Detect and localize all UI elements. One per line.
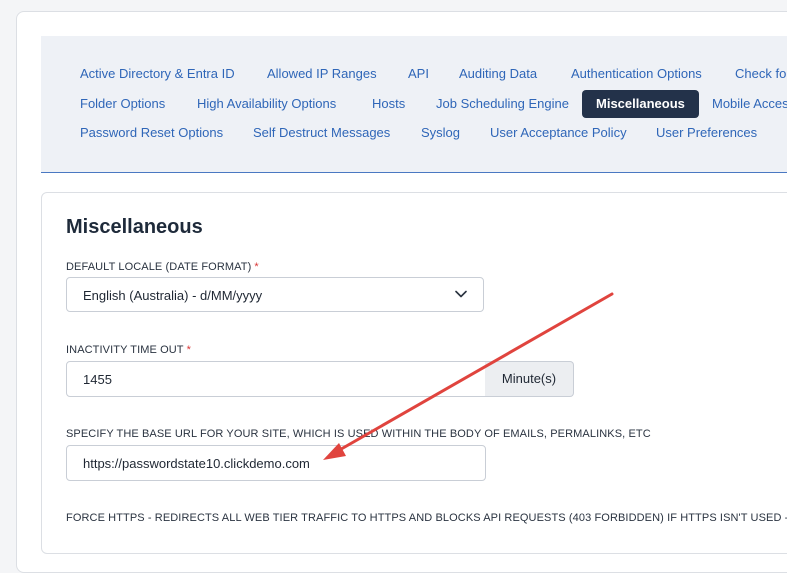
locale-select[interactable]: English (Australia) - d/MM/yyyy	[66, 277, 484, 312]
tab-high-availability-options[interactable]: High Availability Options	[197, 96, 336, 112]
base-url-label: SPECIFY THE BASE URL FOR YOUR SITE, WHIC…	[66, 428, 651, 440]
tab-authentication-options[interactable]: Authentication Options	[571, 66, 702, 82]
tab-syslog[interactable]: Syslog	[421, 125, 460, 141]
locale-label-text: DEFAULT LOCALE (DATE FORMAT)	[66, 261, 252, 273]
tab-allowed-ip-ranges[interactable]: Allowed IP Ranges	[267, 66, 377, 82]
tab-hosts[interactable]: Hosts	[372, 96, 405, 112]
required-marker: *	[254, 261, 259, 273]
tab-self-destruct-messages[interactable]: Self Destruct Messages	[253, 125, 390, 141]
locale-label: DEFAULT LOCALE (DATE FORMAT) *	[66, 261, 259, 274]
tab-mobile-access[interactable]: Mobile Acces	[712, 96, 787, 112]
locale-select-value: English (Australia) - d/MM/yyyy	[83, 288, 263, 303]
inactivity-unit-addon: Minute(s)	[485, 361, 574, 397]
force-https-label: FORCE HTTPS - REDIRECTS ALL WEB TIER TRA…	[66, 512, 787, 524]
chevron-down-icon	[455, 290, 467, 298]
tab-folder-options[interactable]: Folder Options	[80, 96, 165, 112]
inactivity-label: INACTIVITY TIME OUT *	[66, 344, 191, 357]
required-marker: *	[186, 344, 192, 356]
inactivity-label-text: INACTIVITY TIME OUT	[66, 344, 184, 356]
tab-auditing-data[interactable]: Auditing Data	[459, 66, 537, 82]
tab-miscellaneous[interactable]: Miscellaneous	[582, 90, 699, 118]
tab-user-acceptance-policy[interactable]: User Acceptance Policy	[490, 125, 627, 141]
tab-password-reset-options[interactable]: Password Reset Options	[80, 125, 223, 141]
inactivity-timeout-input[interactable]	[66, 361, 486, 397]
base-url-input[interactable]	[66, 445, 486, 481]
tab-active-directory[interactable]: Active Directory & Entra ID	[80, 66, 235, 82]
tab-job-scheduling-engine[interactable]: Job Scheduling Engine	[436, 96, 569, 112]
tab-user-preferences[interactable]: User Preferences	[656, 125, 757, 141]
section-title: Miscellaneous	[66, 216, 203, 238]
tab-api[interactable]: API	[408, 66, 429, 82]
tab-check-for[interactable]: Check for	[735, 66, 787, 82]
